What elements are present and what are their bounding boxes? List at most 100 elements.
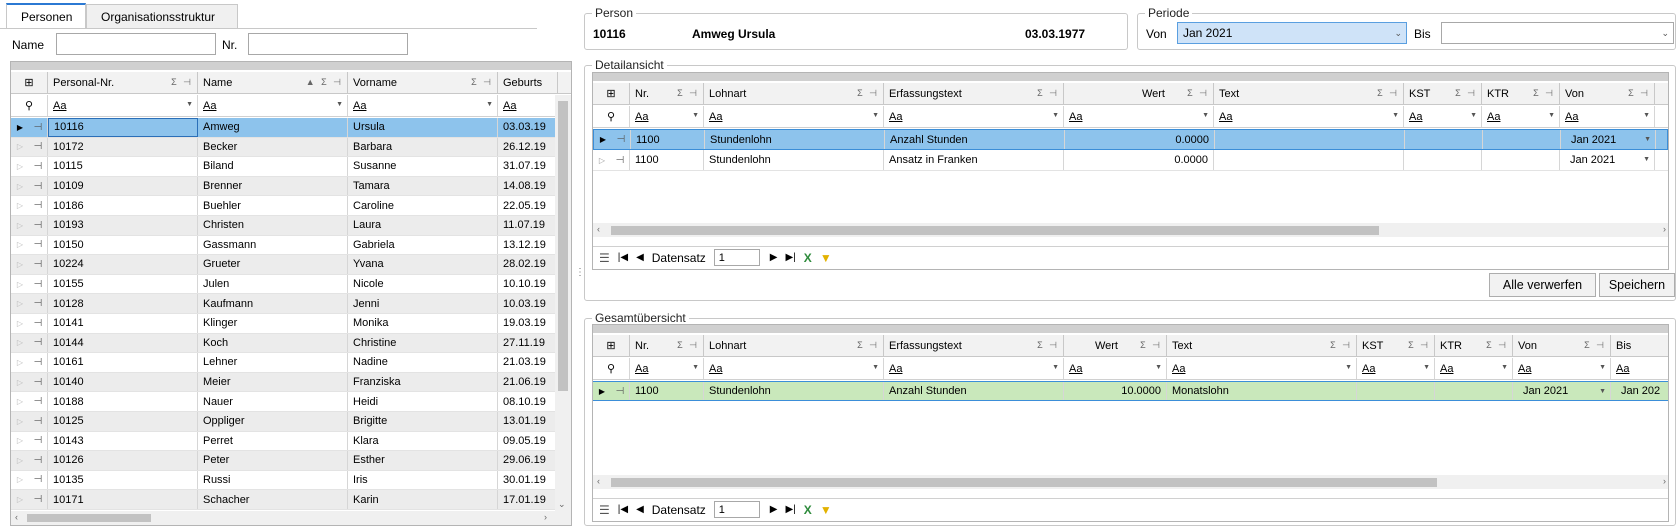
cell-nr[interactable]: 1100 <box>630 150 704 170</box>
col-vorname[interactable]: Vorname Σ ⊣ <box>348 72 498 93</box>
prev-record-icon[interactable]: ◀ <box>636 504 644 515</box>
cell-geburtsdatum[interactable]: 21.03.19 <box>498 353 558 372</box>
filter-bis[interactable]: Aa <box>1611 358 1668 379</box>
table-row[interactable]: ▷ ⊣ 10144 Koch Christine 27.11.19 <box>11 333 571 354</box>
cell-vorname[interactable]: Susanne <box>348 157 498 176</box>
table-row[interactable]: ▷ ⊣ 10140 Meier Franziska 21.06.19 <box>11 372 571 393</box>
cell-geburtsdatum[interactable]: 10.10.19 <box>498 274 558 294</box>
filter-ktr[interactable]: Aa ▼ <box>1482 106 1560 127</box>
cell-personal-nr[interactable]: 10126 <box>48 451 198 470</box>
col-ktr[interactable]: KTR Σ ⊣ <box>1435 335 1513 356</box>
cell-name[interactable]: Grueter <box>198 255 348 274</box>
filter-funnel-icon[interactable]: ▼ <box>820 251 832 265</box>
cell-name[interactable]: Meier <box>198 372 348 392</box>
filter-text[interactable]: Aa ▼ <box>1167 358 1357 379</box>
pin-icon[interactable]: ⊣ <box>29 157 48 176</box>
cell-vorname[interactable]: Yvana <box>348 255 498 274</box>
table-row[interactable]: ▶ ⊣ 1100 Stundenlohn Anzahl Stunden 0.00… <box>593 129 1668 150</box>
speichern-button[interactable]: Speichern <box>1599 273 1675 297</box>
vscroll-thumb[interactable] <box>558 101 568 391</box>
cell-kst[interactable] <box>1357 382 1435 400</box>
cell-name[interactable]: Koch <box>198 333 348 353</box>
pin-icon[interactable]: ⊣ <box>29 392 48 411</box>
cell-geburtsdatum[interactable]: 08.10.19 <box>498 392 558 411</box>
table-row[interactable]: ▷ ⊣ 10171 Schacher Karin 17.01.19 <box>11 490 571 510</box>
cell-vorname[interactable]: Esther <box>348 451 498 470</box>
cell-vorname[interactable]: Christine <box>348 333 498 353</box>
pin-icon[interactable]: ⊣ <box>29 215 48 235</box>
pin-icon[interactable]: ⊣ <box>29 451 48 470</box>
nr-input[interactable] <box>248 33 408 55</box>
next-record-icon[interactable]: ▶ <box>770 252 778 263</box>
cell-wert[interactable]: 0.0000 <box>1064 150 1214 170</box>
column-chooser-icon[interactable]: ⊞ <box>593 335 630 356</box>
table-row[interactable]: ▷ ⊣ 1100 Stundenlohn Ansatz in Franken 0… <box>593 150 1668 171</box>
persons-hscroll[interactable]: ‹ › <box>11 511 571 525</box>
table-row[interactable]: ▷ ⊣ 10155 Julen Nicole 10.10.19 <box>11 274 571 295</box>
cell-personal-nr[interactable]: 10116 <box>48 118 198 137</box>
cell-personal-nr[interactable]: 10144 <box>48 333 198 353</box>
cell-name[interactable]: Julen <box>198 274 348 294</box>
table-row[interactable]: ▷ ⊣ 10109 Brenner Tamara 14.08.19 <box>11 176 571 197</box>
filter-nr[interactable]: Aa ▼ <box>630 106 704 127</box>
table-row[interactable]: ▷ ⊣ 10128 Kaufmann Jenni 10.03.19 <box>11 294 571 314</box>
von-select[interactable]: Jan 2021 ⌄ <box>1177 22 1407 44</box>
cell-text[interactable] <box>1214 150 1404 170</box>
pin-icon[interactable]: ⊣ <box>29 372 48 392</box>
cell-personal-nr[interactable]: 10140 <box>48 372 198 392</box>
cell-name[interactable]: Becker <box>198 137 348 157</box>
col-geburtsdatum[interactable]: Geburts <box>498 72 558 93</box>
cell-personal-nr[interactable]: 10155 <box>48 274 198 294</box>
cell-nr[interactable]: 1100 <box>631 130 705 149</box>
table-row[interactable]: ▷ ⊣ 10172 Becker Barbara 26.12.19 <box>11 137 571 158</box>
cell-name[interactable]: Oppliger <box>198 411 348 431</box>
cell-personal-nr[interactable]: 10193 <box>48 215 198 235</box>
cell-name[interactable]: Biland <box>198 157 348 176</box>
pin-icon[interactable]: ⊣ <box>29 313 48 333</box>
detail-hscroll[interactable]: ‹ › <box>593 223 1668 237</box>
overview-hscroll[interactable]: ‹ › <box>593 475 1668 489</box>
column-chooser-icon[interactable]: ⊞ <box>11 72 48 93</box>
pin-icon[interactable]: ⊣ <box>611 150 630 170</box>
cell-personal-nr[interactable]: 10172 <box>48 137 198 157</box>
col-wert[interactable]: Wert Σ ⊣ <box>1064 83 1214 104</box>
pin-icon[interactable]: ⊣ <box>29 431 48 451</box>
cell-vorname[interactable]: Barbara <box>348 137 498 157</box>
cell-ktr[interactable] <box>1483 130 1561 149</box>
pin-icon[interactable]: ⊣ <box>29 176 48 196</box>
col-ktr[interactable]: KTR Σ ⊣ <box>1482 83 1560 104</box>
cell-geburtsdatum[interactable]: 22.05.19 <box>498 196 558 215</box>
cell-personal-nr[interactable]: 10186 <box>48 196 198 215</box>
name-input[interactable] <box>56 33 216 55</box>
filter-wert[interactable]: Aa ▼ <box>1064 358 1167 379</box>
cell-von[interactable]: Jan 2021 ▼ <box>1513 382 1611 400</box>
cell-name[interactable]: Schacher <box>198 490 348 509</box>
cell-text[interactable] <box>1215 130 1405 149</box>
col-lohnart[interactable]: Lohnart Σ ⊣ <box>704 335 884 356</box>
persons-vscroll[interactable]: ⌄ <box>555 95 571 512</box>
cell-name[interactable]: Lehner <box>198 353 348 372</box>
filter-kst[interactable]: Aa ▼ <box>1357 358 1435 379</box>
cell-name[interactable]: Buehler <box>198 196 348 215</box>
cell-geburtsdatum[interactable]: 26.12.19 <box>498 137 558 157</box>
alle-verwerfen-button[interactable]: Alle verwerfen <box>1489 273 1596 297</box>
cell-geburtsdatum[interactable]: 14.08.19 <box>498 176 558 196</box>
cell-geburtsdatum[interactable]: 13.01.19 <box>498 411 558 431</box>
filter-personal-nr[interactable]: Aa ▼ <box>48 95 198 116</box>
table-row[interactable]: ▷ ⊣ 10126 Peter Esther 29.06.19 <box>11 451 571 471</box>
cell-erfassungstext[interactable]: Ansatz in Franken <box>884 150 1064 170</box>
column-chooser-icon[interactable]: ⊞ <box>593 83 630 104</box>
cell-vorname[interactable]: Nicole <box>348 274 498 294</box>
cell-vorname[interactable]: Tamara <box>348 176 498 196</box>
cell-personal-nr[interactable]: 10115 <box>48 157 198 176</box>
cell-geburtsdatum[interactable]: 09.05.19 <box>498 431 558 451</box>
cell-geburtsdatum[interactable]: 27.11.19 <box>498 333 558 353</box>
hscroll-thumb[interactable] <box>27 514 151 522</box>
filter-geburtsdatum[interactable]: Aa <box>498 95 558 116</box>
table-row[interactable]: ▷ ⊣ 10115 Biland Susanne 31.07.19 <box>11 157 571 177</box>
cell-vorname[interactable]: Franziska <box>348 372 498 392</box>
scroll-left-icon[interactable]: ‹ <box>15 512 18 522</box>
hscroll-thumb[interactable] <box>611 478 1437 487</box>
last-record-icon[interactable]: ▶| <box>786 504 796 515</box>
cell-ktr[interactable] <box>1482 150 1560 170</box>
